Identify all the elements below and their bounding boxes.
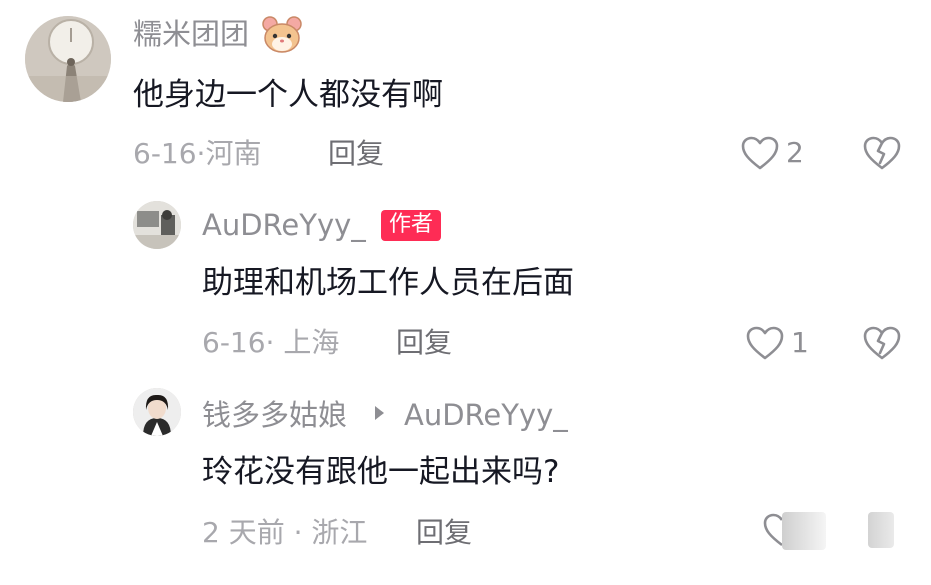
reply-arrow-icon bbox=[372, 404, 386, 426]
avatar[interactable] bbox=[25, 16, 111, 102]
comment-username[interactable]: AuDReYyy_ bbox=[202, 211, 366, 240]
reply-button[interactable]: 回复 bbox=[396, 329, 452, 357]
dislike-button[interactable] bbox=[862, 325, 902, 365]
comment-username[interactable]: 钱多多姑娘 bbox=[202, 401, 347, 430]
avatar[interactable] bbox=[133, 201, 181, 249]
comment-username[interactable]: 糯米团团 bbox=[133, 20, 249, 49]
comment-meta: 2 天前 · 浙江 bbox=[202, 516, 368, 549]
heart-icon bbox=[746, 326, 784, 360]
comment-meta: 6-16·河南 bbox=[133, 137, 262, 170]
broken-heart-icon bbox=[863, 136, 901, 170]
reply-button[interactable]: 回复 bbox=[416, 519, 472, 547]
comment-thread: 糯米团团 他身边一个人都没有啊 6-16·河南 回复 2 AuDReYyy_ 作… bbox=[0, 0, 931, 585]
like-count: 1 bbox=[791, 326, 809, 359]
avatar-image bbox=[25, 16, 111, 102]
avatar-image bbox=[133, 388, 181, 436]
heart-icon bbox=[741, 136, 779, 170]
broken-heart-icon bbox=[863, 326, 901, 360]
like-count: 2 bbox=[786, 136, 804, 169]
avatar[interactable] bbox=[133, 388, 181, 436]
avatar-image bbox=[133, 201, 181, 249]
reply-target-username[interactable]: AuDReYyy_ bbox=[404, 401, 568, 430]
reply-button[interactable]: 回复 bbox=[328, 140, 384, 168]
dislike-button[interactable] bbox=[862, 135, 902, 175]
comment-text: 他身边一个人都没有啊 bbox=[133, 77, 443, 113]
comment-meta: 6-16· 上海 bbox=[202, 326, 340, 359]
hamster-icon bbox=[262, 16, 302, 58]
author-badge: 作者 bbox=[381, 210, 442, 241]
like-button[interactable]: 2 bbox=[740, 135, 804, 171]
obscured-area bbox=[782, 512, 826, 550]
comment-text: 助理和机场工作人员在后面 bbox=[202, 265, 574, 301]
comment-text: 玲花没有跟他一起出来吗? bbox=[202, 454, 560, 490]
obscured-area bbox=[868, 512, 894, 548]
like-button[interactable]: 1 bbox=[745, 325, 809, 361]
